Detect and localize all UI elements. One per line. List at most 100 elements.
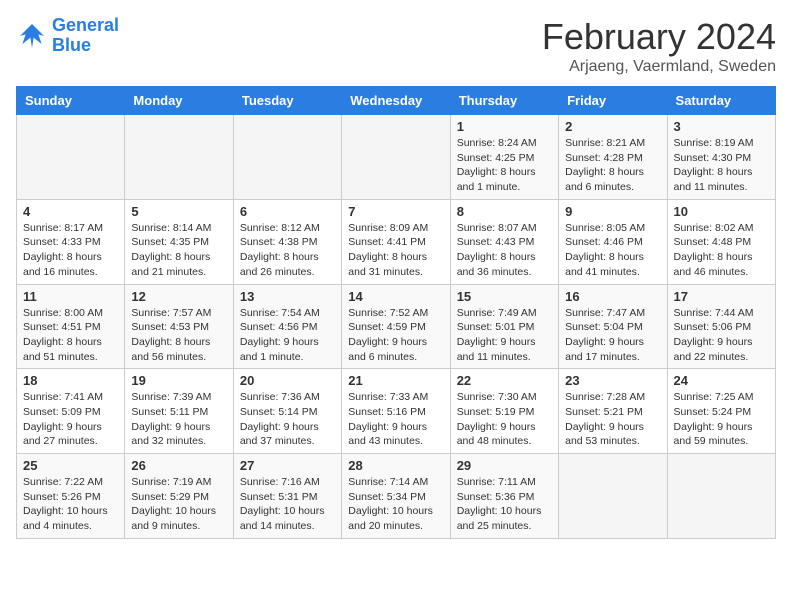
calendar-cell: 20 Sunrise: 7:36 AM Sunset: 5:14 PM Dayli… xyxy=(233,369,341,454)
day-number: 20 xyxy=(240,373,335,388)
day-number: 7 xyxy=(348,204,443,219)
day-number: 3 xyxy=(674,119,769,134)
calendar-cell xyxy=(233,115,341,200)
day-info: Sunrise: 8:19 AM Sunset: 4:30 PM Dayligh… xyxy=(674,136,769,195)
logo: General Blue xyxy=(16,16,119,56)
week-row-2: 4Sunrise: 8:17 AM Sunset: 4:33 PM Daylig… xyxy=(17,199,776,284)
day-number: 23 xyxy=(565,373,660,388)
day-number: 13 xyxy=(240,289,335,304)
calendar-cell: 28 Sunrise: 7:14 AM Sunset: 5:34 PM Dayli… xyxy=(342,454,450,539)
calendar-cell xyxy=(667,454,775,539)
page-subtitle: Arjaeng, Vaermland, Sweden xyxy=(542,58,776,76)
week-row-3: 11 Sunrise: 8:00 AM Sunset: 4:51 PM Dayli… xyxy=(17,284,776,369)
calendar-cell: 9 Sunrise: 8:05 AM Sunset: 4:46 PM Daylig… xyxy=(559,199,667,284)
header-saturday: Saturday xyxy=(667,87,775,115)
day-info: Sunrise: 8:17 AM Sunset: 4:33 PM Dayligh… xyxy=(23,221,118,280)
day-info: Sunrise: 8:12 AM Sunset: 4:38 PM Dayligh… xyxy=(240,221,335,280)
day-info: Sunrise: 7:25 AM Sunset: 5:24 PM Dayligh… xyxy=(674,390,769,449)
day-info: Sunrise: 7:57 AM Sunset: 4:53 PM Dayligh… xyxy=(131,306,226,365)
day-number: 2 xyxy=(565,119,660,134)
calendar-header-row: SundayMondayTuesdayWednesdayThursdayFrid… xyxy=(17,87,776,115)
calendar-cell: 13 Sunrise: 7:54 AM Sunset: 4:56 PM Dayli… xyxy=(233,284,341,369)
day-info: Sunrise: 8:24 AM Sunset: 4:25 PM Dayligh… xyxy=(457,136,552,195)
day-number: 16 xyxy=(565,289,660,304)
header-tuesday: Tuesday xyxy=(233,87,341,115)
calendar-cell: 27 Sunrise: 7:16 AM Sunset: 5:31 PM Dayli… xyxy=(233,454,341,539)
calendar-cell: 25Sunrise: 7:22 AM Sunset: 5:26 PM Dayli… xyxy=(17,454,125,539)
day-number: 6 xyxy=(240,204,335,219)
calendar-cell: 6 Sunrise: 8:12 AM Sunset: 4:38 PM Daylig… xyxy=(233,199,341,284)
page-header: General Blue February 2024 Arjaeng, Vaer… xyxy=(16,16,776,76)
day-number: 14 xyxy=(348,289,443,304)
day-number: 10 xyxy=(674,204,769,219)
day-number: 18 xyxy=(23,373,118,388)
day-info: Sunrise: 7:54 AM Sunset: 4:56 PM Dayligh… xyxy=(240,306,335,365)
day-info: Sunrise: 7:49 AM Sunset: 5:01 PM Dayligh… xyxy=(457,306,552,365)
day-number: 9 xyxy=(565,204,660,219)
calendar-cell: 3 Sunrise: 8:19 AM Sunset: 4:30 PM Daylig… xyxy=(667,115,775,200)
day-number: 29 xyxy=(457,458,552,473)
day-info: Sunrise: 7:52 AM Sunset: 4:59 PM Dayligh… xyxy=(348,306,443,365)
day-number: 28 xyxy=(348,458,443,473)
day-info: Sunrise: 8:02 AM Sunset: 4:48 PM Dayligh… xyxy=(674,221,769,280)
day-info: Sunrise: 8:09 AM Sunset: 4:41 PM Dayligh… xyxy=(348,221,443,280)
day-info: Sunrise: 7:30 AM Sunset: 5:19 PM Dayligh… xyxy=(457,390,552,449)
calendar-cell: 16Sunrise: 7:47 AM Sunset: 5:04 PM Dayli… xyxy=(559,284,667,369)
calendar-cell: 11 Sunrise: 8:00 AM Sunset: 4:51 PM Dayli… xyxy=(17,284,125,369)
week-row-4: 18 Sunrise: 7:41 AM Sunset: 5:09 PM Dayli… xyxy=(17,369,776,454)
calendar-cell: 8 Sunrise: 8:07 AM Sunset: 4:43 PM Daylig… xyxy=(450,199,558,284)
calendar-cell: 26 Sunrise: 7:19 AM Sunset: 5:29 PM Dayli… xyxy=(125,454,233,539)
day-number: 11 xyxy=(23,289,118,304)
page-title: February 2024 xyxy=(542,16,776,58)
day-info: Sunrise: 8:21 AM Sunset: 4:28 PM Dayligh… xyxy=(565,136,660,195)
day-info: Sunrise: 7:39 AM Sunset: 5:11 PM Dayligh… xyxy=(131,390,226,449)
day-info: Sunrise: 7:16 AM Sunset: 5:31 PM Dayligh… xyxy=(240,475,335,534)
calendar-cell xyxy=(125,115,233,200)
day-number: 5 xyxy=(131,204,226,219)
header-monday: Monday xyxy=(125,87,233,115)
calendar-cell: 23Sunrise: 7:28 AM Sunset: 5:21 PM Dayli… xyxy=(559,369,667,454)
day-info: Sunrise: 8:05 AM Sunset: 4:46 PM Dayligh… xyxy=(565,221,660,280)
day-info: Sunrise: 7:11 AM Sunset: 5:36 PM Dayligh… xyxy=(457,475,552,534)
day-number: 8 xyxy=(457,204,552,219)
header-wednesday: Wednesday xyxy=(342,87,450,115)
day-info: Sunrise: 7:41 AM Sunset: 5:09 PM Dayligh… xyxy=(23,390,118,449)
calendar-cell: 4Sunrise: 8:17 AM Sunset: 4:33 PM Daylig… xyxy=(17,199,125,284)
calendar-cell: 14 Sunrise: 7:52 AM Sunset: 4:59 PM Dayli… xyxy=(342,284,450,369)
calendar-cell: 10 Sunrise: 8:02 AM Sunset: 4:48 PM Dayli… xyxy=(667,199,775,284)
calendar-cell: 7 Sunrise: 8:09 AM Sunset: 4:41 PM Daylig… xyxy=(342,199,450,284)
day-number: 24 xyxy=(674,373,769,388)
day-number: 17 xyxy=(674,289,769,304)
title-section: February 2024 Arjaeng, Vaermland, Sweden xyxy=(542,16,776,76)
day-number: 27 xyxy=(240,458,335,473)
day-number: 26 xyxy=(131,458,226,473)
header-sunday: Sunday xyxy=(17,87,125,115)
day-info: Sunrise: 7:44 AM Sunset: 5:06 PM Dayligh… xyxy=(674,306,769,365)
calendar-cell: 1 Sunrise: 8:24 AM Sunset: 4:25 PM Daylig… xyxy=(450,115,558,200)
day-info: Sunrise: 7:22 AM Sunset: 5:26 PM Dayligh… xyxy=(23,475,118,534)
calendar-cell xyxy=(17,115,125,200)
day-number: 1 xyxy=(457,119,552,134)
day-info: Sunrise: 7:14 AM Sunset: 5:34 PM Dayligh… xyxy=(348,475,443,534)
logo-icon xyxy=(16,20,48,52)
day-number: 19 xyxy=(131,373,226,388)
calendar-cell: 21Sunrise: 7:33 AM Sunset: 5:16 PM Dayli… xyxy=(342,369,450,454)
header-friday: Friday xyxy=(559,87,667,115)
header-thursday: Thursday xyxy=(450,87,558,115)
calendar-cell: 24 Sunrise: 7:25 AM Sunset: 5:24 PM Dayli… xyxy=(667,369,775,454)
day-info: Sunrise: 7:33 AM Sunset: 5:16 PM Dayligh… xyxy=(348,390,443,449)
calendar-cell: 19 Sunrise: 7:39 AM Sunset: 5:11 PM Dayli… xyxy=(125,369,233,454)
week-row-5: 25Sunrise: 7:22 AM Sunset: 5:26 PM Dayli… xyxy=(17,454,776,539)
day-info: Sunrise: 7:19 AM Sunset: 5:29 PM Dayligh… xyxy=(131,475,226,534)
day-info: Sunrise: 8:00 AM Sunset: 4:51 PM Dayligh… xyxy=(23,306,118,365)
calendar-cell xyxy=(342,115,450,200)
week-row-1: 1 Sunrise: 8:24 AM Sunset: 4:25 PM Daylig… xyxy=(17,115,776,200)
day-number: 15 xyxy=(457,289,552,304)
day-number: 12 xyxy=(131,289,226,304)
day-info: Sunrise: 8:14 AM Sunset: 4:35 PM Dayligh… xyxy=(131,221,226,280)
calendar-cell xyxy=(559,454,667,539)
day-info: Sunrise: 7:36 AM Sunset: 5:14 PM Dayligh… xyxy=(240,390,335,449)
calendar-cell: 5 Sunrise: 8:14 AM Sunset: 4:35 PM Daylig… xyxy=(125,199,233,284)
day-info: Sunrise: 8:07 AM Sunset: 4:43 PM Dayligh… xyxy=(457,221,552,280)
calendar-cell: 15 Sunrise: 7:49 AM Sunset: 5:01 PM Dayli… xyxy=(450,284,558,369)
